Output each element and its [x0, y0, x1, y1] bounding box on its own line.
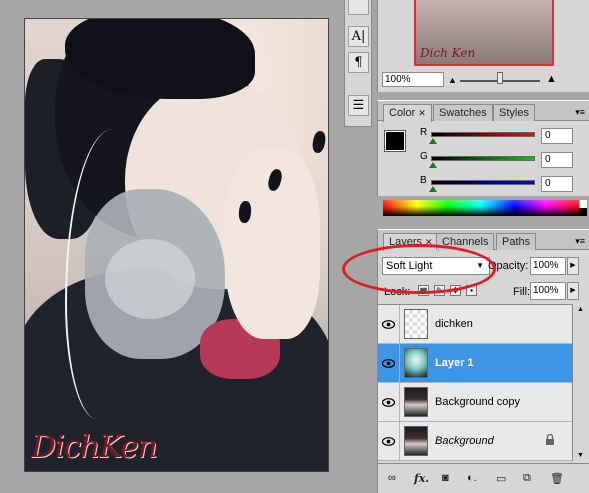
lock-image-icon[interactable]: ✎: [434, 285, 445, 296]
color-panel-tabs: Color ✕ Swatches Styles ▾≡: [378, 101, 589, 122]
blue-value-field[interactable]: 0: [541, 176, 573, 192]
tab-paths[interactable]: Paths: [496, 233, 537, 250]
red-value-field[interactable]: 0: [541, 128, 573, 144]
blend-mode-select[interactable]: Soft Light ▼: [382, 257, 490, 275]
notes-icon[interactable]: ☰: [348, 95, 369, 116]
watermark-text: DichKen: [31, 429, 158, 465]
photo-nail: [311, 130, 327, 154]
visibility-eye-icon[interactable]: [378, 422, 400, 460]
navigator-thumbnail[interactable]: Dich Ken: [414, 0, 554, 66]
link-icon[interactable]: ∞: [388, 472, 396, 484]
navigator-thumbnail-watermark: Dich Ken: [420, 46, 476, 60]
fill-field[interactable]: 100%: [530, 282, 566, 300]
foreground-color-swatch[interactable]: [384, 130, 406, 152]
lock-icon: [546, 434, 554, 445]
tab-color-label: Color: [389, 107, 416, 119]
character-icon[interactable]: A|: [348, 26, 369, 47]
layer-name: Background copy: [435, 396, 520, 408]
blue-slider-thumb[interactable]: [429, 186, 437, 192]
layer-thumbnail: [404, 426, 428, 456]
layer-row[interactable]: Layer 1: [378, 344, 572, 383]
tab-channels[interactable]: Channels: [436, 233, 495, 250]
visibility-eye-icon[interactable]: [378, 344, 400, 382]
layer-name: Background: [435, 435, 494, 447]
layer-thumbnail: [404, 309, 428, 339]
layer-name: Layer 1: [435, 357, 474, 369]
document-canvas[interactable]: DichKen: [24, 18, 329, 472]
visibility-eye-icon[interactable]: [378, 305, 400, 343]
lock-position-icon[interactable]: ✥: [450, 285, 461, 296]
fill-stepper[interactable]: ▶: [567, 282, 579, 300]
mask-icon[interactable]: ◙: [442, 472, 449, 484]
tab-layers[interactable]: Layers ✕: [383, 233, 439, 251]
opacity-label: Opacity:: [488, 260, 529, 272]
tab-color[interactable]: Color ✕: [383, 104, 432, 122]
zoom-field[interactable]: 100%: [382, 72, 444, 87]
layer-row[interactable]: Background copy: [378, 383, 572, 422]
blue-channel-slider[interactable]: [431, 180, 535, 185]
layer-thumbnail: [404, 387, 428, 417]
tool-button-top[interactable]: [348, 0, 369, 15]
tab-layers-label: Layers: [389, 236, 423, 248]
zoom-out-icon[interactable]: ▲: [448, 75, 457, 85]
new-layer-icon[interactable]: ⧉: [523, 472, 531, 485]
opacity-stepper[interactable]: ▶: [567, 257, 579, 275]
scroll-down-icon[interactable]: ▼: [577, 452, 584, 459]
blend-mode-value: Soft Light: [386, 260, 433, 272]
lock-label: Lock:: [384, 286, 411, 298]
layer-thumbnail: [404, 348, 428, 378]
adjustment-icon[interactable]: ◐.: [467, 472, 477, 484]
close-icon[interactable]: ✕: [425, 237, 433, 247]
red-channel-slider[interactable]: [431, 132, 535, 137]
visibility-eye-icon[interactable]: [378, 383, 400, 421]
color-spectrum-ramp[interactable]: [383, 200, 579, 216]
scroll-up-icon[interactable]: ▲: [577, 306, 584, 313]
red-slider-thumb[interactable]: [429, 138, 437, 144]
color-panel: Color ✕ Swatches Styles ▾≡ R 0 G 0 B 0: [377, 100, 589, 216]
trash-icon[interactable]: 🗑: [550, 472, 564, 485]
fill-label: Fill:: [513, 286, 531, 298]
black-white-swatch[interactable]: [579, 200, 587, 216]
tool-strip: A| ¶ ☰: [344, 0, 372, 127]
green-value-field[interactable]: 0: [541, 152, 573, 168]
layer-list-scrollbar[interactable]: ▲ ▼: [572, 304, 588, 461]
lock-transparent-icon[interactable]: ▦: [418, 285, 429, 296]
layers-panel-tabs: Layers ✕ Channels Paths ▾≡: [378, 230, 589, 251]
navigator-panel: Dich Ken 100% ▲ ▲: [377, 0, 589, 92]
opacity-field[interactable]: 100%: [530, 257, 566, 275]
layers-panel: Layers ✕ Channels Paths ▾≡ Soft Light ▼ O…: [377, 229, 589, 493]
layer-row[interactable]: Background: [378, 422, 572, 461]
green-slider-thumb[interactable]: [429, 162, 437, 168]
zoom-slider-thumb[interactable]: [497, 72, 503, 84]
layer-row[interactable]: dichken: [378, 305, 572, 344]
tab-styles[interactable]: Styles: [493, 104, 535, 121]
photo-image: DichKen: [25, 19, 328, 471]
panel-menu-icon[interactable]: ▾≡: [575, 236, 585, 247]
red-channel-label: R: [420, 127, 428, 138]
layer-name: dichken: [435, 318, 473, 330]
lock-all-icon[interactable]: ▪: [466, 285, 477, 296]
green-channel-label: G: [420, 151, 428, 162]
panel-menu-icon[interactable]: ▾≡: [575, 107, 585, 118]
fx-icon[interactable]: fx.: [414, 472, 429, 485]
chevron-down-icon: ▼: [476, 261, 484, 270]
blue-channel-label: B: [420, 175, 427, 186]
layer-list: dichken Layer 1 Background copy Backgrou…: [378, 304, 572, 461]
close-icon[interactable]: ✕: [418, 108, 426, 118]
zoom-in-icon[interactable]: ▲: [546, 73, 557, 85]
green-channel-slider[interactable]: [431, 156, 535, 161]
tab-swatches[interactable]: Swatches: [433, 104, 493, 121]
layers-bottom-toolbar: ∞ fx. ◙ ◐. ▭ ⧉ 🗑: [378, 463, 589, 493]
paragraph-icon[interactable]: ¶: [348, 52, 369, 73]
group-folder-icon[interactable]: ▭: [496, 472, 506, 485]
